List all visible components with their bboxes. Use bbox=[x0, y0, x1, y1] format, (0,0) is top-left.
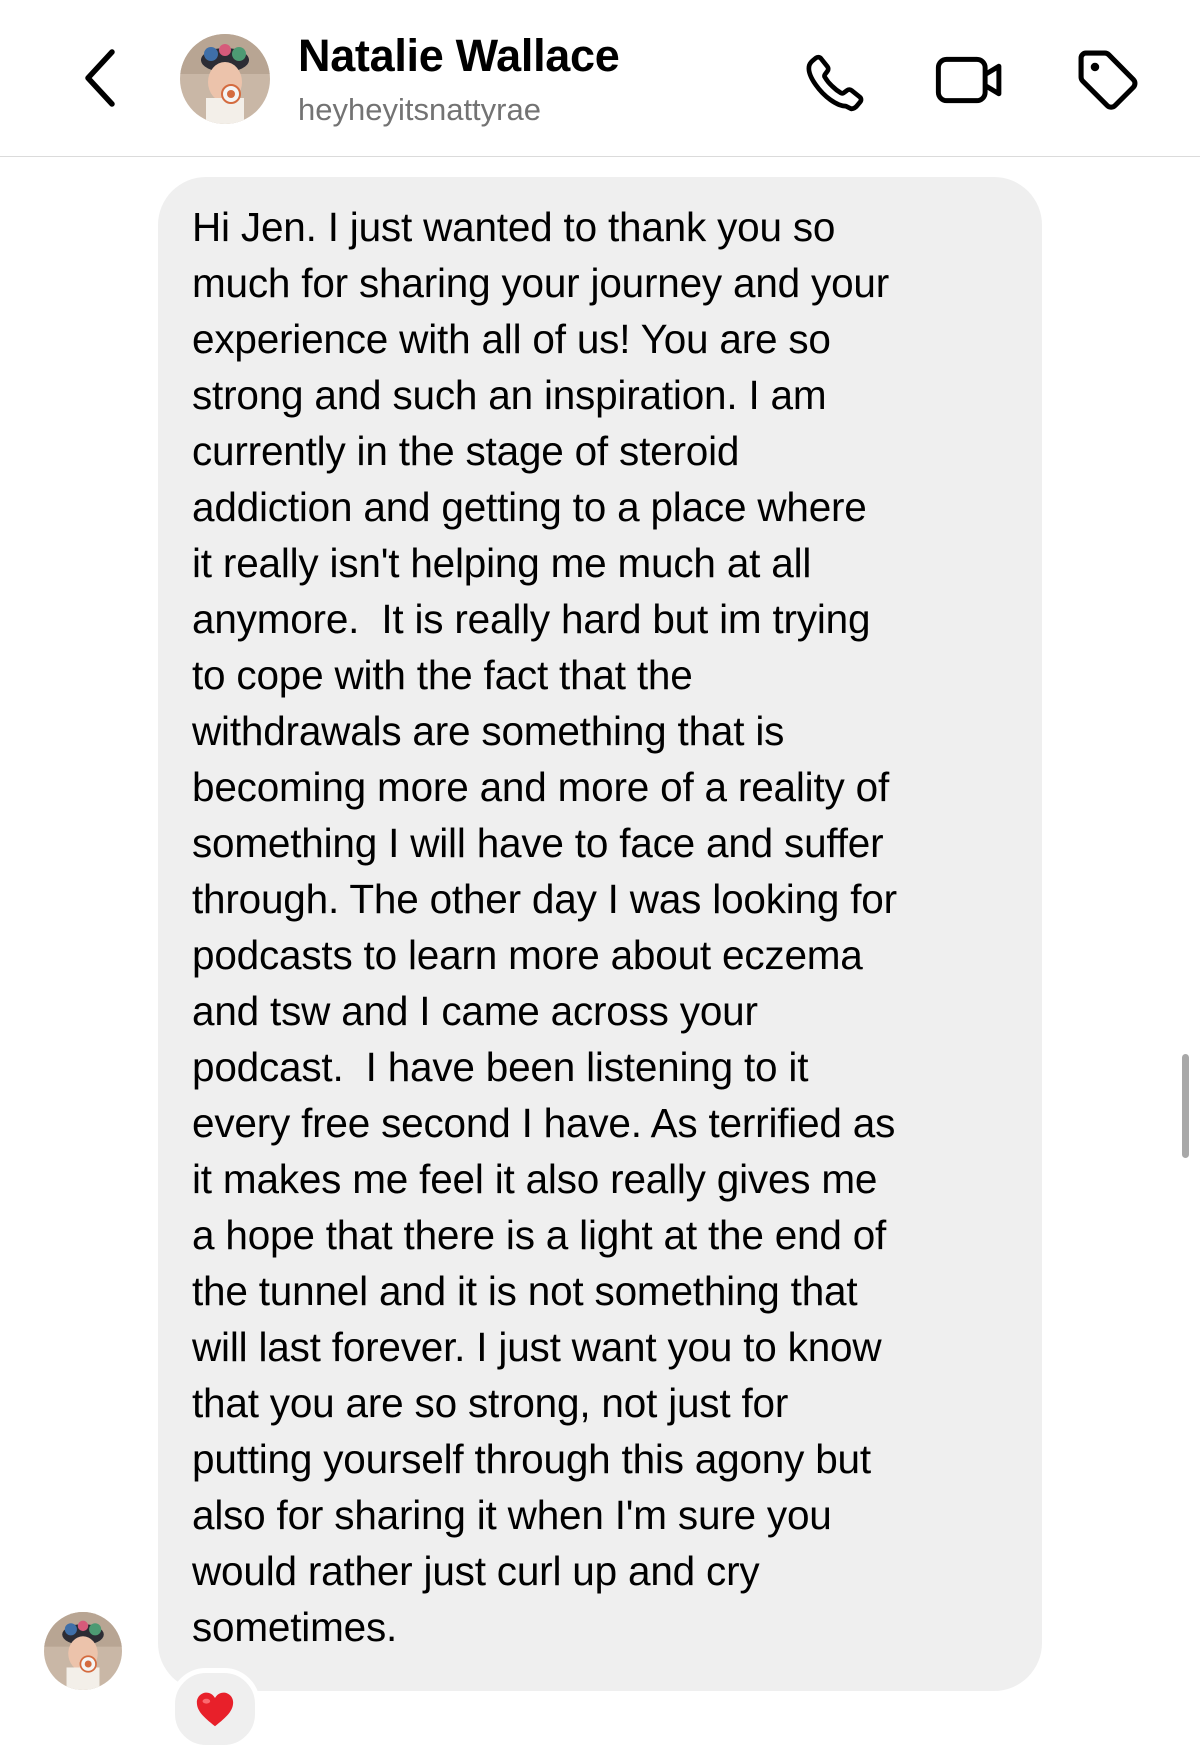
message-line: strong and such an inspiration. I am bbox=[192, 372, 827, 418]
label-button[interactable] bbox=[1068, 40, 1148, 120]
message-line: currently in the stage of steroid bbox=[192, 428, 740, 474]
message-text: Hi Jen. I just wanted to thank you so mu… bbox=[192, 199, 1022, 1655]
message-line: it makes me feel it also really gives me bbox=[192, 1156, 878, 1202]
back-button[interactable] bbox=[72, 42, 128, 114]
tag-icon bbox=[1078, 50, 1138, 110]
profile-photo bbox=[180, 34, 270, 124]
audio-call-button[interactable] bbox=[794, 40, 874, 120]
contact-name[interactable]: Natalie Wallace bbox=[298, 30, 620, 82]
message-line: much for sharing your journey and your bbox=[192, 260, 890, 306]
phone-icon bbox=[806, 54, 864, 112]
contact-username[interactable]: heyheyitsnattyrae bbox=[298, 92, 541, 128]
message-line: would rather just curl up and cry bbox=[192, 1548, 760, 1594]
message-line: a hope that there is a light at the end … bbox=[192, 1212, 887, 1258]
message-line: every free second I have. As terrified a… bbox=[192, 1100, 896, 1146]
message-line: to cope with the fact that the bbox=[192, 652, 693, 698]
message-line: through. The other day I was looking for bbox=[192, 876, 897, 922]
avatar[interactable] bbox=[180, 34, 270, 124]
conversation-header: Natalie Wallace heyheyitsnattyrae bbox=[0, 0, 1200, 157]
video-call-button[interactable] bbox=[930, 40, 1010, 120]
message-line: putting yourself through this agony but bbox=[192, 1436, 871, 1482]
message-line: podcasts to learn more about eczema bbox=[192, 932, 863, 978]
message-line: it really isn't helping me much at all bbox=[192, 540, 812, 586]
message-line: addiction and getting to a place where bbox=[192, 484, 867, 530]
message-line: something I will have to face and suffer bbox=[192, 820, 884, 866]
message-line: becoming more and more of a reality of bbox=[192, 764, 889, 810]
message-line: withdrawals are something that is bbox=[192, 708, 785, 754]
message-line: anymore. It is really hard but im trying bbox=[192, 596, 871, 642]
message-line: that you are so strong, not just for bbox=[192, 1380, 789, 1426]
message-line: will last forever. I just want you to kn… bbox=[192, 1324, 882, 1370]
message-line: experience with all of us! You are so bbox=[192, 316, 831, 362]
message-line: sometimes. bbox=[192, 1604, 398, 1650]
video-camera-icon bbox=[935, 56, 1002, 104]
heart-reaction[interactable] bbox=[170, 1668, 260, 1750]
message-line: also for sharing it when I'm sure you bbox=[192, 1492, 832, 1538]
message-line: Hi Jen. I just wanted to thank you so bbox=[192, 204, 836, 250]
profile-photo bbox=[44, 1612, 122, 1690]
message-bubble[interactable]: Hi Jen. I just wanted to thank you so mu… bbox=[158, 177, 1042, 1691]
message-line: podcast. I have been listening to it bbox=[192, 1044, 809, 1090]
scrollbar[interactable] bbox=[1182, 1054, 1189, 1158]
chevron-left-icon bbox=[85, 49, 115, 107]
heart-icon bbox=[196, 1692, 234, 1727]
message-line: the tunnel and it is not something that bbox=[192, 1268, 858, 1314]
sender-avatar[interactable] bbox=[44, 1612, 122, 1690]
message-line: and tsw and I came across your bbox=[192, 988, 758, 1034]
